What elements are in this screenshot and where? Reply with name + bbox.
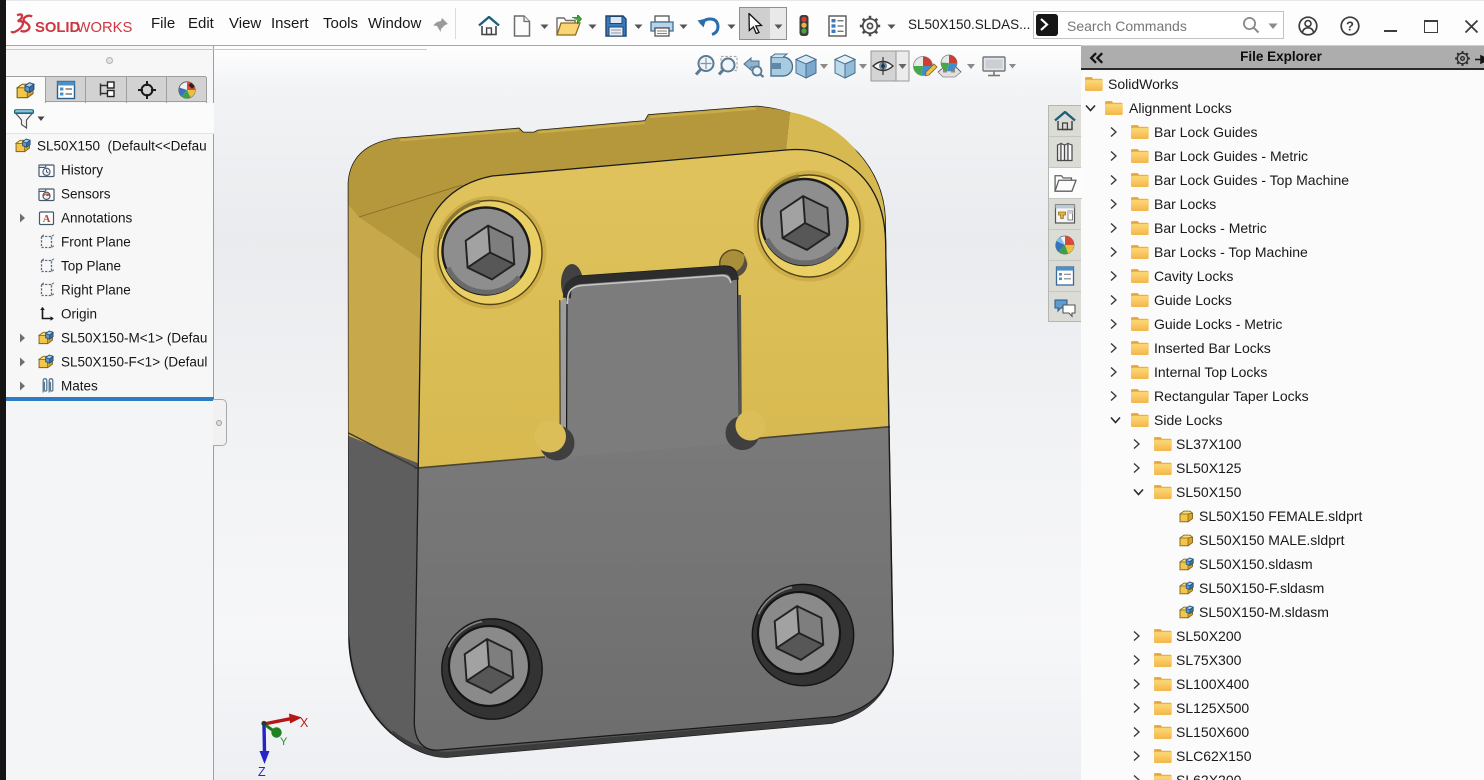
svg-text:SOLID: SOLID	[35, 20, 81, 36]
svg-text:WORKS: WORKS	[77, 20, 133, 36]
svg-text:?: ?	[1346, 19, 1354, 34]
svg-text:A: A	[43, 214, 51, 225]
